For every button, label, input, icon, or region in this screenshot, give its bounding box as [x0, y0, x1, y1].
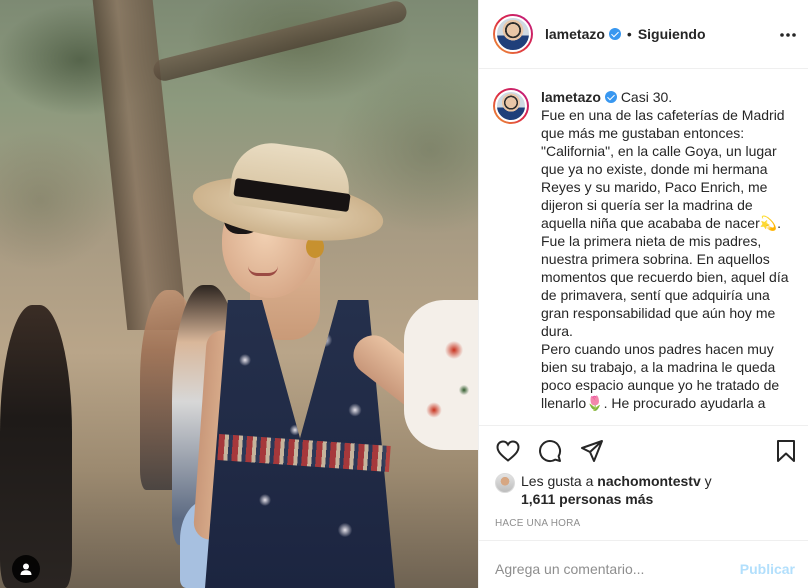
caption-line: Fue la primera nieta de mis padres, nues… — [541, 233, 789, 339]
first-liker-link[interactable]: nachomontestv — [597, 473, 700, 489]
likes-count-link[interactable]: 1,611 personas más — [521, 491, 653, 507]
share-icon[interactable] — [579, 438, 605, 464]
caption-text: lametazo Casi 30. Fue en una de las cafe… — [541, 88, 793, 412]
caption-line: Fue en una de las cafeterías de Madrid q… — [541, 107, 785, 231]
verified-badge-icon — [608, 28, 621, 40]
caption-username[interactable]: lametazo — [541, 89, 601, 105]
action-icons — [495, 438, 605, 464]
verified-badge-icon — [604, 91, 617, 103]
bookmark-icon[interactable] — [773, 438, 799, 464]
caption-author-avatar[interactable] — [493, 88, 529, 124]
following-button[interactable]: Siguiendo — [638, 26, 706, 42]
photo-background-person — [0, 305, 72, 588]
likes-summary: Les gusta a nachomontestv y 1,611 person… — [495, 472, 712, 508]
comment-form: Publicar — [479, 540, 808, 588]
likes-conjunction: y — [704, 473, 712, 489]
likes-prefix: Les gusta a — [521, 473, 594, 489]
photo-floral-shoulder — [404, 300, 478, 450]
caption-line: Pero cuando unos padres hacen muy bien s… — [541, 341, 780, 411]
author-username[interactable]: lametazo — [545, 26, 605, 42]
heart-icon[interactable] — [495, 438, 521, 464]
caption-section: lametazo Casi 30. Fue en una de las cafe… — [479, 70, 808, 425]
caption-line: Casi 30. — [620, 89, 673, 105]
likes-text: Les gusta a nachomontestv y 1,611 person… — [521, 472, 712, 508]
post-photo[interactable] — [0, 0, 478, 588]
post-side-panel: lametazo • Siguiendo lametazo Casi 30. F… — [478, 0, 808, 588]
post-header: lametazo • Siguiendo — [479, 0, 808, 69]
author-avatar[interactable] — [493, 14, 533, 54]
comment-input[interactable] — [495, 560, 740, 577]
header-separator: • — [626, 26, 632, 42]
comment-icon[interactable] — [537, 438, 563, 464]
user-tag-icon[interactable] — [12, 555, 40, 583]
more-options-icon[interactable] — [779, 22, 797, 43]
liker-avatar[interactable] — [495, 473, 515, 493]
publish-button[interactable]: Publicar — [740, 561, 795, 577]
post-timestamp[interactable]: Hace una hora — [495, 518, 580, 529]
post-actions: Les gusta a nachomontestv y 1,611 person… — [479, 425, 808, 588]
